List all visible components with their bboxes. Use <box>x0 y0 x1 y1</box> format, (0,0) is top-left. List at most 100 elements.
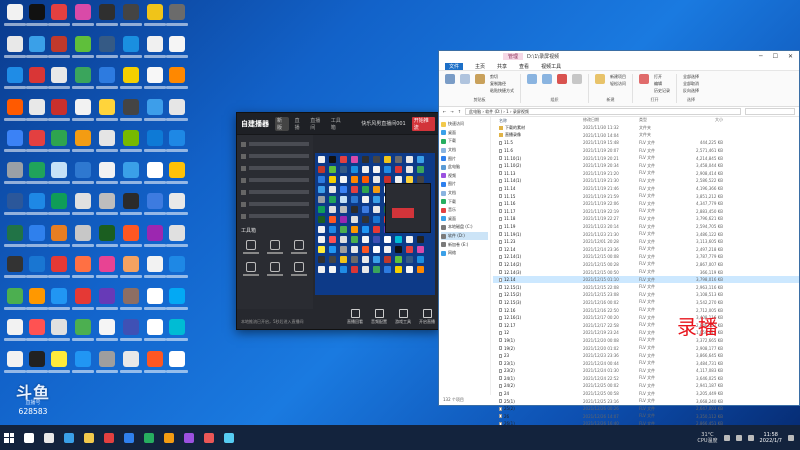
file-row[interactable]: 24 2021/12/25 00:58 FLV 文件 3,205,449 KB <box>493 390 799 398</box>
game-tool-button[interactable]: 游戏工具 <box>395 309 411 325</box>
desktop-icon[interactable] <box>48 35 70 64</box>
nav-item[interactable]: 软件 (D:) <box>441 231 488 241</box>
tool-item[interactable] <box>241 240 261 254</box>
nav-item[interactable]: 此电脑 <box>441 163 488 172</box>
file-row[interactable]: 11.16 2021/11/19 22:06 FLV 文件 4,347,779 KB <box>493 200 799 208</box>
notification-icon[interactable] <box>788 434 794 441</box>
recorder-tab-2[interactable]: 工具箱 <box>331 117 345 131</box>
desktop-icon[interactable] <box>4 319 26 347</box>
network-icon[interactable] <box>735 434 742 441</box>
desktop-icon[interactable] <box>144 67 166 95</box>
taskbar-app-icon[interactable] <box>84 432 94 443</box>
nav-item[interactable]: 桌面 <box>441 129 488 138</box>
nav-item[interactable]: 图片 <box>441 180 488 189</box>
desktop-icon[interactable] <box>144 4 166 32</box>
clock[interactable]: 11:58 2022/1/7 <box>760 432 782 444</box>
desktop-icon[interactable] <box>4 224 26 253</box>
desktop-icon[interactable] <box>120 130 142 158</box>
file-row[interactable]: 11.19(1) 2021/11/23 21:30 FLV 文件 3,486,122 … <box>493 230 799 238</box>
desktop-icon[interactable] <box>96 224 118 253</box>
desktop-icon[interactable] <box>96 287 118 316</box>
menu-view[interactable]: 查看 <box>519 63 529 70</box>
manage-tab[interactable]: 管理 <box>503 53 524 60</box>
file-row[interactable]: 11.5 2021/11/19 15:48 FLV 文件 444,225 KB <box>493 139 799 147</box>
recorder-tab-1[interactable]: 直播间 <box>310 117 324 131</box>
desktop-icon[interactable] <box>26 67 48 95</box>
scene-row[interactable] <box>241 187 309 197</box>
desktop-icon[interactable] <box>120 224 142 253</box>
nav-item[interactable]: 文档 <box>441 189 488 198</box>
desktop-icon[interactable] <box>48 224 70 253</box>
desktop-icon[interactable] <box>144 130 166 158</box>
desktop-icon[interactable] <box>96 130 118 158</box>
header-size[interactable]: 大小 <box>675 117 723 124</box>
copy-icon[interactable] <box>460 74 470 84</box>
taskbar-app-icon[interactable] <box>224 432 234 443</box>
file-row[interactable]: 12.14 2021/12/14 23:36 FLV 文件 2,497,218 KB <box>493 246 799 254</box>
desktop-icon[interactable] <box>120 256 142 284</box>
invert-select-button[interactable]: 反向选择 <box>683 88 699 94</box>
file-row[interactable]: 19(2) 2021/12/20 01:02 FLV 文件 2,908,177 KB <box>493 344 799 352</box>
tool-item[interactable] <box>241 262 261 276</box>
desktop-icon[interactable] <box>72 224 94 253</box>
paste-icon[interactable] <box>475 74 485 84</box>
up-icon[interactable]: ↑ <box>458 109 461 114</box>
file-row[interactable]: 11.19 2021/11/23 20:14 FLV 文件 2,594,705 KB <box>493 223 799 231</box>
desktop-icon[interactable] <box>72 130 94 158</box>
desktop-icon[interactable] <box>26 98 48 127</box>
file-row[interactable]: 12.14(2) 2021/12/15 00:28 FLV 文件 2,867,007 … <box>493 261 799 269</box>
desktop-icon[interactable] <box>4 350 26 379</box>
desktop-icon[interactable] <box>72 319 94 347</box>
desktop-icon[interactable] <box>144 161 166 190</box>
desktop-icon[interactable] <box>72 67 94 95</box>
desktop-icon[interactable] <box>72 256 94 284</box>
file-row[interactable]: 19(1) 2021/12/20 00:08 FLV 文件 3,372,665 KB <box>493 337 799 345</box>
tool-item[interactable] <box>265 262 285 276</box>
file-row[interactable]: 12.16 2021/12/16 22:50 FLV 文件 2,712,005 KB <box>493 306 799 314</box>
desktop-icon[interactable] <box>166 130 188 158</box>
tool-item[interactable] <box>265 240 285 254</box>
desktop-icon[interactable] <box>26 350 48 379</box>
edit-button[interactable]: 编辑 <box>654 81 670 87</box>
cut-button[interactable]: 剪切 <box>490 74 514 80</box>
search-input[interactable] <box>745 108 795 115</box>
desktop-icon[interactable] <box>166 256 188 284</box>
file-row[interactable]: 12.16(1) 2021/12/17 00:20 FLV 文件 3,408,116 … <box>493 314 799 322</box>
desktop-icon[interactable] <box>26 193 48 221</box>
desktop-icon[interactable] <box>48 161 70 190</box>
header-date[interactable]: 修改日期 <box>583 117 639 124</box>
desktop-icon[interactable] <box>4 193 26 221</box>
desktop-icon[interactable] <box>4 130 26 158</box>
desktop-icon[interactable] <box>144 319 166 347</box>
desktop-icon[interactable] <box>4 35 26 64</box>
file-row[interactable]: 23 2021/12/23 23:36 FLV 文件 3,866,645 KB <box>493 352 799 360</box>
taskbar-app-icon[interactable] <box>204 432 214 443</box>
nav-item[interactable]: 音乐 <box>441 206 488 215</box>
desktop-icon[interactable] <box>48 130 70 158</box>
audio-button[interactable]: 音频配置 <box>371 309 387 325</box>
file-row[interactable]: 23(2) 2021/12/24 01:30 FLV 文件 4,117,083 KB <box>493 367 799 375</box>
file-row[interactable]: 12.15(1) 2021/12/15 22:08 FLV 文件 2,963,116 … <box>493 283 799 291</box>
scene-row[interactable] <box>241 175 309 185</box>
desktop-icon[interactable] <box>26 287 48 316</box>
taskbar-app-icon[interactable] <box>164 432 174 443</box>
desktop-icon[interactable] <box>120 35 142 64</box>
new-item-button[interactable]: 新建项目 <box>610 74 626 80</box>
start-icon[interactable] <box>4 432 14 443</box>
desktop-icon[interactable] <box>120 4 142 32</box>
file-row[interactable]: 12.14(3) 2021/12/15 00:50 FLV 文件 366,119 KB <box>493 268 799 276</box>
desktop-icon[interactable] <box>166 98 188 127</box>
desktop-icon[interactable] <box>120 287 142 316</box>
desktop-icon[interactable] <box>144 287 166 316</box>
desktop-icon[interactable] <box>166 319 188 347</box>
close-icon[interactable]: ✕ <box>788 53 793 60</box>
desktop-icon[interactable] <box>4 67 26 95</box>
desktop-icon[interactable] <box>48 319 70 347</box>
nav-item[interactable]: 下载 <box>441 137 488 146</box>
properties-icon[interactable] <box>639 74 649 84</box>
scene-row[interactable] <box>241 163 309 173</box>
select-all-button[interactable]: 全部选择 <box>683 74 699 80</box>
desktop-icon[interactable] <box>48 287 70 316</box>
desktop-icon[interactable] <box>166 67 188 95</box>
desktop-icon[interactable] <box>120 161 142 190</box>
